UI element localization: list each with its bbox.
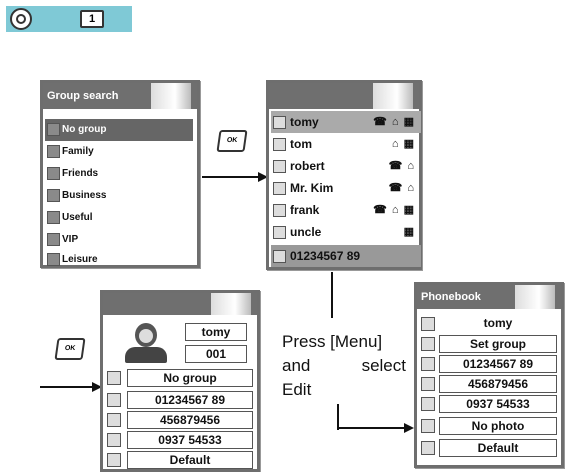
office-field[interactable]: 0937 54533 (127, 431, 253, 449)
contact-detail-screen: tomy 001 No group 01234567 89 456879456 … (100, 290, 260, 472)
contact-row[interactable]: tomy ☎ ⌂ ▦ (271, 111, 421, 133)
edit-mobile-field[interactable]: 01234567 89 (439, 355, 557, 373)
office-icon (421, 397, 435, 411)
group-item-no-group[interactable]: No group (45, 119, 193, 141)
group-item-useful[interactable]: Useful (45, 207, 193, 229)
office-icon (107, 433, 121, 447)
group-item-vip[interactable]: VIP (45, 229, 193, 251)
group-item-family[interactable]: Family (45, 141, 193, 163)
contacts-title-bar (269, 83, 419, 109)
edit-group-field[interactable]: Set group (439, 335, 557, 353)
ok-key-icon: OK (54, 338, 86, 360)
arrow-right-icon (202, 172, 268, 182)
edit-home-field[interactable]: 456879456 (439, 375, 557, 393)
group-search-screen: Group search No group Family Friends Bus… (40, 80, 200, 268)
position-field[interactable]: 001 (185, 345, 247, 363)
contact-number-bar: 01234567 89 (271, 245, 421, 267)
edit-photo-field[interactable]: No photo (439, 417, 557, 435)
instruction-text: Press [Menu] and select Edit (282, 330, 406, 402)
group-search-title: Group search (43, 83, 197, 109)
mobile-icon (421, 357, 435, 371)
mobile-field[interactable]: 01234567 89 (127, 391, 253, 409)
ringtone-field[interactable]: Default (127, 451, 253, 469)
contact-row[interactable]: robert ☎ ⌂ (271, 155, 421, 177)
contact-row[interactable]: Mr. Kim ☎ ⌂ (271, 177, 421, 199)
arrow-right-icon (40, 382, 102, 392)
group-icon (421, 337, 435, 351)
instruction-line-3: Edit (282, 380, 312, 399)
edit-office-field[interactable]: 0937 54533 (439, 395, 557, 413)
avatar (117, 321, 175, 365)
instruction-and: and (282, 356, 311, 375)
ringtone-icon (421, 441, 435, 455)
ok-key-icon: OK (216, 130, 248, 152)
mobile-icon (107, 393, 121, 407)
home-field[interactable]: 456879456 (127, 411, 253, 429)
instruction-select: select (361, 356, 406, 375)
detail-title-bar (103, 293, 257, 315)
navigation-key-icon (10, 8, 32, 30)
contact-row[interactable]: uncle ▦ (271, 221, 421, 243)
contact-row[interactable]: tom ⌂ ▦ (271, 133, 421, 155)
group-field[interactable]: No group (127, 369, 253, 387)
connector-line (331, 272, 333, 318)
contact-row[interactable]: frank ☎ ⌂ ▦ (271, 199, 421, 221)
home-icon (107, 413, 121, 427)
photo-icon (421, 419, 435, 433)
edit-name-field[interactable]: tomy (439, 315, 557, 333)
home-icon (421, 377, 435, 391)
name-icon (421, 317, 435, 331)
group-item-business[interactable]: Business (45, 185, 193, 207)
contacts-list-screen: tomy ☎ ⌂ ▦ tom ⌂ ▦ robert ☎ ⌂ Mr. Kim ☎ ⌂ fr… (266, 80, 422, 270)
number-key-icon: 1 (80, 10, 104, 28)
arrow-right-icon (337, 404, 414, 433)
contact-name-field[interactable]: tomy (185, 323, 247, 341)
group-item-leisure[interactable]: Leisure (45, 249, 193, 271)
ringtone-icon (107, 453, 121, 467)
phonebook-edit-screen: Phonebook tomy Set group 01234567 89 456… (414, 282, 564, 468)
edit-ringtone-field[interactable]: Default (439, 439, 557, 457)
phonebook-title: Phonebook (417, 285, 561, 309)
instruction-line-1: Press [Menu] (282, 332, 383, 351)
group-item-friends[interactable]: Friends (45, 163, 193, 185)
group-icon (107, 371, 121, 385)
